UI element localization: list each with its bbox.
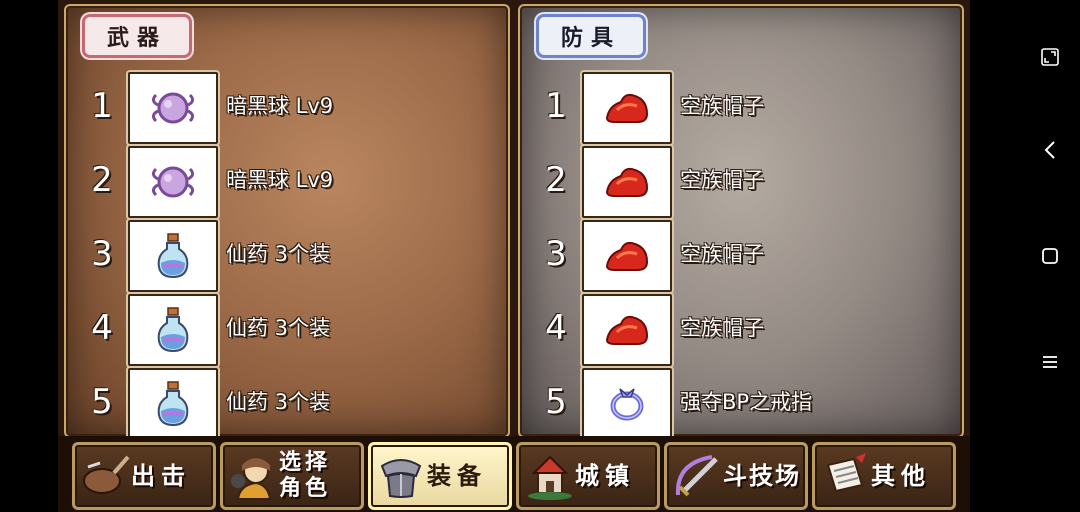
armor-slot-2[interactable]: 2 空族帽子 — [520, 146, 960, 218]
weapon-slot-5[interactable]: 5 仙药 3个装 — [66, 368, 506, 440]
item-name: 强夺BP之戒指 — [680, 390, 813, 414]
select-character-button[interactable]: 选择 角色 — [220, 442, 364, 510]
item-icon-frame[interactable] — [128, 294, 218, 366]
pan-icon — [79, 450, 131, 502]
slot-number: 3 — [91, 234, 113, 274]
item-icon-frame[interactable] — [582, 368, 672, 440]
potion-icon — [157, 307, 189, 353]
sword-icon — [671, 450, 723, 502]
item-icon-frame[interactable] — [128, 146, 218, 218]
potion-icon — [157, 381, 189, 427]
arena-label: 斗技场 — [723, 462, 801, 490]
home-icon[interactable] — [1037, 243, 1063, 269]
weapon-slot-3[interactable]: 3 仙药 3个装 — [66, 220, 506, 292]
item-icon-frame[interactable] — [582, 146, 672, 218]
item-name: 暗黑球 Lv9 — [226, 94, 334, 118]
item-icon-frame[interactable] — [128, 72, 218, 144]
back-icon[interactable] — [1037, 137, 1063, 163]
slot-number: 4 — [91, 308, 113, 348]
bottom-nav: 出击 选择 角色 装备 城镇 斗技场 其他 — [58, 436, 970, 512]
weapon-slot-1[interactable]: 1 暗黑球 Lv9 — [66, 72, 506, 144]
other-label: 其他 — [871, 462, 931, 490]
equip-button[interactable]: 装备 — [368, 442, 512, 510]
armor-slot-1[interactable]: 1 空族帽子 — [520, 72, 960, 144]
item-name: 空族帽子 — [680, 168, 764, 192]
scroll-icon — [819, 450, 871, 502]
slot-number: 5 — [91, 382, 113, 422]
sortie-button[interactable]: 出击 — [72, 442, 216, 510]
item-name: 仙药 3个装 — [226, 316, 331, 340]
slot-number: 1 — [91, 86, 113, 126]
item-name: 暗黑球 Lv9 — [226, 168, 334, 192]
item-icon-frame[interactable] — [128, 368, 218, 440]
other-button[interactable]: 其他 — [812, 442, 956, 510]
armor-slot-4[interactable]: 4 空族帽子 — [520, 294, 960, 366]
dark-orb-icon — [151, 166, 195, 198]
item-name: 空族帽子 — [680, 242, 764, 266]
select-character-label: 选择 角色 — [279, 450, 331, 502]
arena-button[interactable]: 斗技场 — [664, 442, 808, 510]
town-button[interactable]: 城镇 — [516, 442, 660, 510]
armor-slot-3[interactable]: 3 空族帽子 — [520, 220, 960, 292]
item-icon-frame[interactable] — [582, 294, 672, 366]
armor-slot-5[interactable]: 5 强夺BP之戒指 — [520, 368, 960, 440]
item-name: 仙药 3个装 — [226, 390, 331, 414]
slot-number: 3 — [545, 234, 567, 274]
select-character-line2: 角色 — [279, 476, 332, 501]
weapons-title: 武器 — [82, 14, 192, 58]
dark-orb-icon — [151, 92, 195, 124]
screen-rotate-icon[interactable] — [1037, 44, 1063, 70]
equip-label: 装备 — [427, 462, 487, 490]
slot-number: 1 — [545, 86, 567, 126]
town-label: 城镇 — [575, 462, 635, 490]
slot-number: 4 — [545, 308, 567, 348]
character-icon — [227, 450, 279, 502]
weapon-slot-2[interactable]: 2 暗黑球 Lv9 — [66, 146, 506, 218]
slot-number: 5 — [545, 382, 567, 422]
potion-icon — [157, 233, 189, 279]
item-name: 空族帽子 — [680, 94, 764, 118]
system-nav-bar — [1020, 0, 1080, 512]
item-icon-frame[interactable] — [128, 220, 218, 292]
item-icon-frame[interactable] — [582, 220, 672, 292]
ring-icon — [610, 388, 644, 421]
red-hat-icon — [605, 167, 649, 197]
item-name: 仙药 3个装 — [226, 242, 331, 266]
weapons-panel: 武器 1 暗黑球 Lv9 2 暗黑球 Lv9 3 仙药 3个装 4 仙药 3个装… — [64, 4, 510, 440]
armor-title: 防具 — [536, 14, 646, 58]
game-screen: 武器 1 暗黑球 Lv9 2 暗黑球 Lv9 3 仙药 3个装 4 仙药 3个装… — [58, 0, 970, 512]
town-icon — [523, 450, 575, 502]
red-hat-icon — [605, 315, 649, 345]
slot-number: 2 — [545, 160, 567, 200]
armor-icon — [375, 450, 427, 502]
item-name: 空族帽子 — [680, 316, 764, 340]
menu-icon[interactable] — [1037, 349, 1063, 375]
item-icon-frame[interactable] — [582, 72, 672, 144]
sortie-label: 出击 — [131, 462, 191, 490]
red-hat-icon — [605, 93, 649, 123]
select-character-line1: 选择 — [279, 450, 332, 475]
weapon-slot-4[interactable]: 4 仙药 3个装 — [66, 294, 506, 366]
slot-number: 2 — [91, 160, 113, 200]
red-hat-icon — [605, 241, 649, 271]
armor-panel: 防具 1 空族帽子 2 空族帽子 3 空族帽子 4 空族帽子 5 强夺BP之戒指 — [518, 4, 964, 440]
